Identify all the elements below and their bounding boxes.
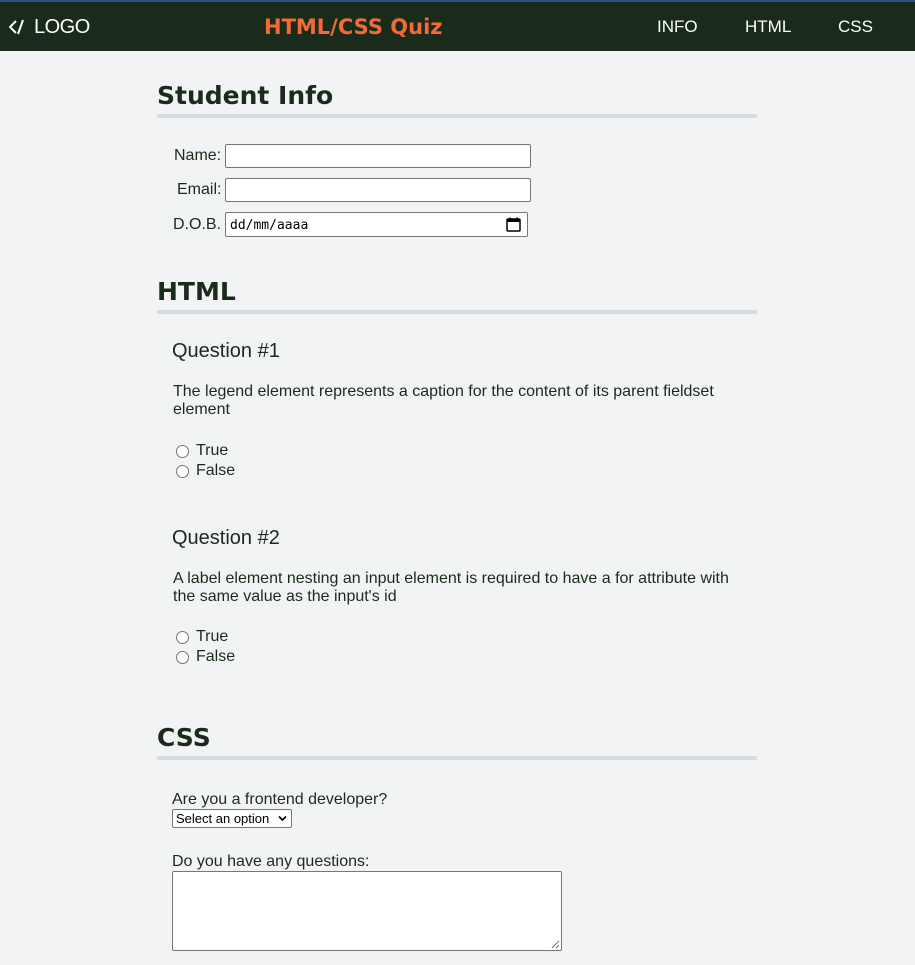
nav-link-css[interactable]: CSS [838, 17, 873, 37]
name-label: Name: [174, 147, 222, 164]
radio-button[interactable] [176, 464, 189, 478]
question-1-option-true[interactable]: True [176, 441, 228, 461]
top-navbar: LOGO HTML/CSS Quiz INFO HTML CSS [0, 0, 915, 51]
question-2-option-true[interactable]: True [176, 627, 228, 647]
css-section-heading: CSS [157, 723, 757, 760]
dob-label: D.O.B. [173, 216, 222, 233]
logo-text: LOGO [34, 15, 90, 38]
html-section-heading: HTML [157, 277, 757, 314]
email-label: Email: [177, 181, 222, 198]
option-label: True [196, 442, 229, 459]
logo[interactable]: LOGO [9, 15, 90, 39]
option-label: False [196, 648, 236, 665]
name-input[interactable] [225, 144, 531, 168]
radio-button[interactable] [176, 630, 189, 644]
question-2-title: Question #2 [172, 527, 280, 549]
questions-textarea[interactable] [172, 871, 562, 951]
radio-button[interactable] [176, 650, 189, 664]
nav-link-info[interactable]: INFO [657, 17, 698, 37]
frontend-select[interactable]: Select an option [172, 809, 292, 828]
question-1-text: The legend element represents a caption … [173, 383, 714, 418]
dob-date-input[interactable]: dd/mm/aaaa [225, 212, 528, 237]
radio-button[interactable] [176, 444, 189, 458]
code-icon [9, 19, 24, 35]
dob-placeholder: dd/mm/aaaa [230, 218, 309, 233]
question-2-option-false[interactable]: False [176, 647, 235, 667]
option-label: False [196, 462, 236, 479]
frontend-question-label: Are you a frontend developer? [172, 791, 388, 808]
calendar-icon[interactable] [506, 217, 521, 232]
nav-link-html[interactable]: HTML [745, 17, 791, 37]
question-1-option-false[interactable]: False [176, 461, 235, 481]
resize-handle-icon[interactable] [551, 940, 560, 949]
email-input[interactable] [225, 178, 531, 202]
student-info-heading: Student Info [157, 81, 757, 118]
questions-label: Do you have any questions: [172, 853, 370, 870]
question-1-title: Question #1 [172, 340, 280, 362]
site-title: HTML/CSS Quiz [264, 15, 443, 39]
select-value: Select an option [176, 811, 270, 826]
question-2-text: A label element nesting an input element… [173, 570, 729, 605]
chevron-down-icon [278, 815, 287, 822]
option-label: True [196, 628, 229, 645]
